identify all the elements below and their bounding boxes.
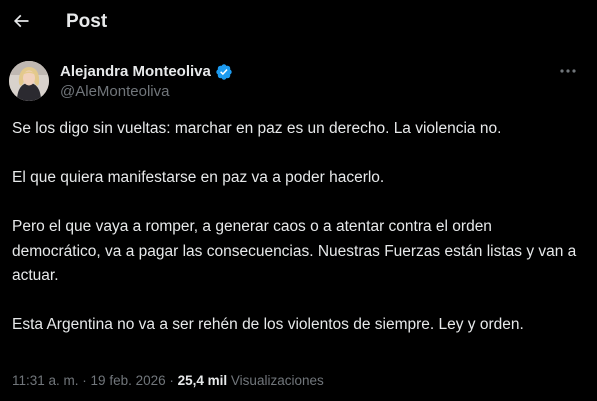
more-options-button[interactable] (555, 62, 581, 80)
meta-separator: · (78, 373, 91, 388)
post-meta: 11:31 a. m. · 19 feb. 2026 · 25,4 mil Vi… (12, 372, 324, 390)
meta-separator: · (165, 373, 178, 388)
post-date[interactable]: 19 feb. 2026 (91, 373, 166, 388)
back-button[interactable] (4, 4, 38, 38)
author-handle[interactable]: @AleMonteoliva (60, 83, 169, 101)
page-title: Post (66, 11, 108, 32)
post-paragraph: El que quiera manifestarse en paz va a p… (12, 169, 385, 186)
post-text: Se los digo sin vueltas: marchar en paz … (12, 117, 582, 362)
views-label: Visualizaciones (230, 373, 324, 388)
views-count: 25,4 mil (177, 373, 228, 388)
arrow-left-icon (11, 11, 31, 31)
author-row: Alejandra Monteoliva @AleMonteoliva (0, 56, 597, 106)
more-horizontal-icon (559, 68, 577, 74)
post-time[interactable]: 11:31 a. m. (12, 373, 79, 388)
post-paragraph: Esta Argentina no va a ser rehén de los … (12, 316, 524, 333)
post-paragraph: Se los digo sin vueltas: marchar en paz … (12, 120, 502, 137)
author-name-group: Alejandra Monteoliva (60, 63, 233, 81)
author-name[interactable]: Alejandra Monteoliva (60, 63, 211, 81)
top-bar: Post (0, 0, 597, 46)
post-paragraph: Pero el que vaya a romper, a generar cao… (12, 218, 577, 284)
avatar[interactable] (9, 61, 49, 101)
verified-badge-icon[interactable] (215, 63, 233, 81)
